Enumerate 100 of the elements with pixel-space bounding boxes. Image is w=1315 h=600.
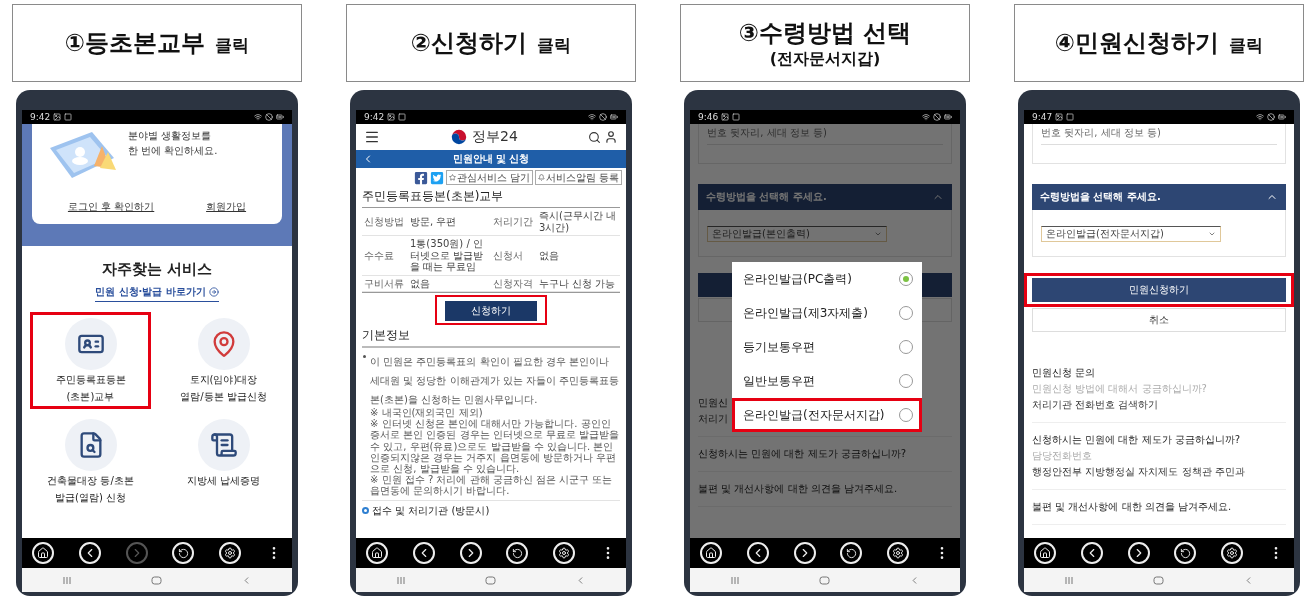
settings-button[interactable] [1221, 542, 1244, 564]
banner-text: 한 번에 확인하세요. [128, 144, 218, 158]
bullet-mark [363, 355, 366, 358]
facebook-icon[interactable] [413, 170, 428, 185]
settings-icon [224, 547, 237, 559]
house-icon [37, 547, 49, 559]
home-key[interactable] [819, 575, 830, 585]
settings-button[interactable] [553, 542, 576, 564]
faq-text: 처리기 [698, 412, 728, 426]
refresh-button[interactable] [840, 542, 863, 564]
refresh-button[interactable] [172, 542, 195, 564]
refresh-button[interactable] [1174, 542, 1197, 564]
faq-text: 담당전화번호 [1032, 449, 1092, 463]
table-cell: 없음 [408, 275, 491, 292]
battery-icon [1278, 113, 1286, 121]
refresh-icon [845, 547, 857, 559]
wifi-icon [254, 113, 262, 121]
square-icon [732, 113, 741, 121]
settings-icon [1226, 547, 1239, 559]
recents-icon [729, 575, 740, 585]
banner-text: 분야별 생활정보를 [128, 129, 213, 143]
table-label: 수수료 [362, 236, 408, 276]
home-button[interactable] [700, 542, 722, 564]
table-cell: 누구나 신청 가능 [537, 275, 620, 292]
banner-link[interactable]: 회원가입 [206, 200, 247, 214]
blocked-icon [933, 113, 941, 121]
status-time: 9:47 [1032, 112, 1053, 122]
menu-button[interactable] [364, 129, 380, 145]
refresh-icon [1179, 547, 1191, 559]
scroll-list-icon [209, 431, 238, 459]
method-select[interactable]: 온라인발급(전자문서지갑) [1041, 226, 1221, 242]
info-note: ※ 내국인(재외국민 제외) [370, 407, 484, 419]
back-button[interactable] [412, 542, 435, 564]
share-option-button[interactable]: 관심서비스 담기 [445, 170, 533, 185]
faq-title: 민원신 [698, 396, 728, 410]
section-link[interactable]: 접수 및 처리기관 (방문시) [362, 503, 620, 518]
step-title: ③수령방법 선택 [738, 17, 912, 49]
back-button[interactable] [78, 542, 101, 564]
info-heading: 기본정보 [362, 327, 620, 348]
step-subtitle: (전자문서지갑) [769, 48, 881, 70]
rounded-square-icon [819, 575, 830, 585]
home-key[interactable] [151, 575, 162, 585]
square-icon [398, 113, 407, 121]
back-button[interactable] [746, 542, 769, 564]
home-button[interactable] [32, 542, 54, 564]
accordion-header[interactable]: 수령방법을 선택해 주세요. [1032, 184, 1286, 210]
info-text: 이 민원은 주민등록표의 확인이 필요한 경우 본인이나 세대원 및 정당한 이해관계가 있는 자들이 주민등록표등본(초본)을 신청하는 민원사무입니다. [370, 356, 620, 405]
faq-text: 행정안전부 지방행정실 자치제도 정책관 주민과 [1032, 465, 1245, 479]
option-item[interactable]: 온라인발급(전자문서지갑) [732, 398, 922, 432]
table-label: 신청자격 [491, 275, 537, 292]
table-label: 신청방법 [362, 208, 408, 236]
service-tile[interactable]: 지방세 납세증명 [163, 413, 284, 510]
search-icon [588, 130, 601, 144]
service-tile[interactable]: 토지(임야)대장 열람/등본 발급신청 [163, 312, 284, 409]
twitter-icon[interactable] [429, 170, 444, 185]
apply-button[interactable]: 신청하기 [445, 301, 537, 321]
user-button[interactable] [604, 130, 618, 144]
image-icon [721, 113, 730, 121]
star-icon [448, 174, 456, 181]
house-icon [371, 547, 383, 559]
step-title: ④민원신청하기 [1054, 28, 1220, 59]
section-title: 자주찾는 서비스 [101, 260, 213, 279]
table-label: 처리기간 [491, 208, 537, 236]
service-tile[interactable]: 주민등록표등본 (초본)교부 [30, 312, 151, 409]
form-note: 번호 뒷자리, 세대 정보 등) [1041, 126, 1277, 145]
house-icon [1039, 547, 1051, 559]
banner-link[interactable]: 로그인 후 확인하기 [67, 200, 155, 214]
accordion-header[interactable]: 수령방법을 선택해 주세요. [698, 184, 952, 210]
method-select[interactable]: 온라인발급(본인출력) [707, 226, 887, 242]
faq-title: 불편 및 개선사항에 대한 의견을 남겨주세요. [1032, 500, 1232, 514]
wifi-icon [922, 113, 930, 121]
table-label: 구비서류 [362, 275, 408, 292]
home-key[interactable] [485, 575, 496, 585]
home-key[interactable] [1153, 575, 1164, 585]
dropdown-caret-icon [1208, 230, 1216, 238]
status-time: 9:42 [364, 112, 385, 122]
rounded-square-icon [1153, 575, 1164, 585]
search-button[interactable] [588, 130, 601, 144]
logo-text: 정부24 [472, 128, 518, 146]
refresh-icon [511, 547, 523, 559]
home-button[interactable] [366, 542, 388, 564]
cancel-button[interactable]: 취소 [1032, 308, 1286, 332]
table-label: 신청서 [491, 236, 537, 276]
share-option-button[interactable]: 서비스알림 등록 [534, 170, 622, 185]
battery-icon [944, 113, 952, 121]
blocked-icon [1267, 113, 1275, 121]
settings-button[interactable] [219, 542, 242, 564]
image-icon [53, 113, 62, 121]
faq-text: 처리기관 전화번호 검색하기 [1032, 398, 1159, 412]
back-button[interactable] [1080, 542, 1103, 564]
recents-icon [395, 575, 406, 585]
settings-button[interactable] [887, 542, 910, 564]
submit-button[interactable]: 민원신청하기 [1032, 278, 1286, 302]
home-button[interactable] [1034, 542, 1056, 564]
refresh-icon [177, 547, 189, 559]
service-tile[interactable]: 건축물대장 등/초본 발급(열람) 신청 [30, 413, 151, 510]
shortcut-link[interactable]: 민원 신청·발급 바로가기 [95, 285, 219, 302]
wifi-icon [1256, 113, 1264, 121]
refresh-button[interactable] [506, 542, 529, 564]
step-title: ①등초본교부 [64, 28, 206, 59]
